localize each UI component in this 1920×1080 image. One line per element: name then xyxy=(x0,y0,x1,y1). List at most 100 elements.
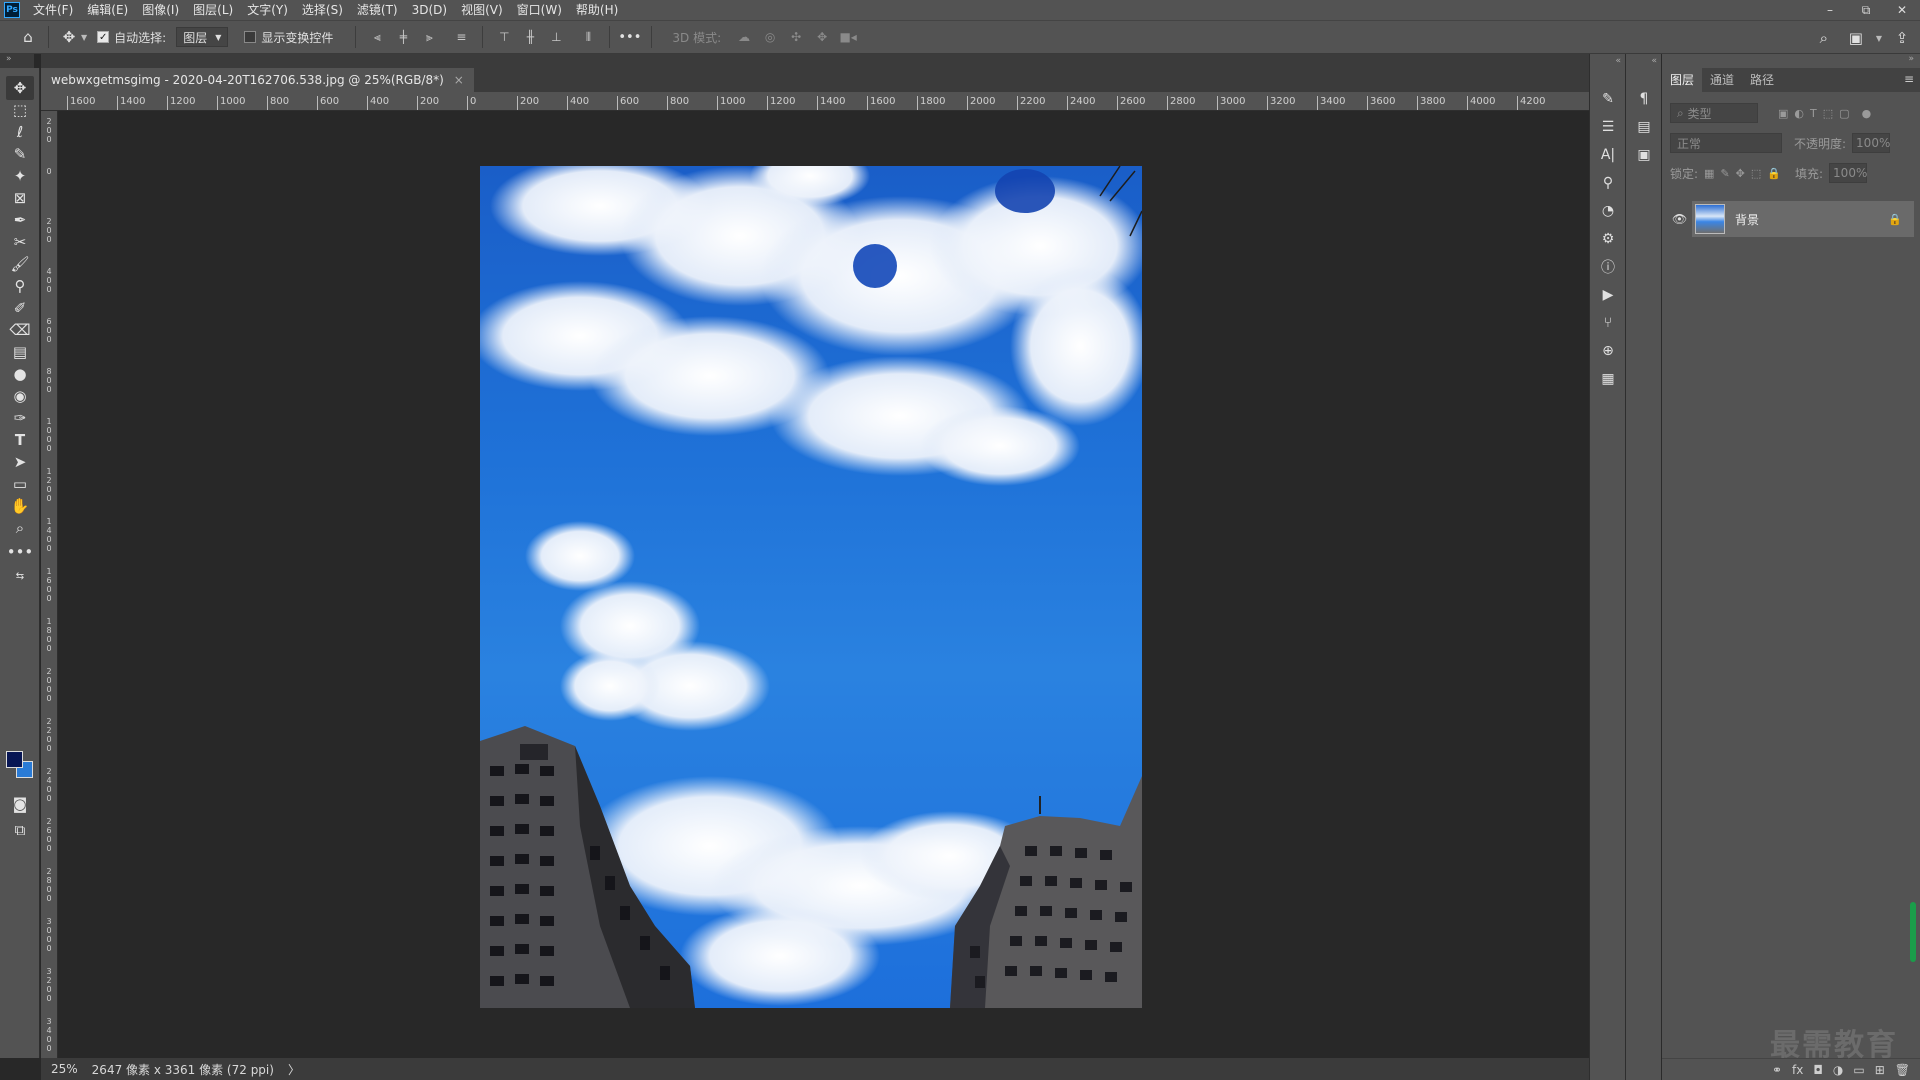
lock-artboard-icon[interactable]: ⬚ xyxy=(1751,167,1761,180)
toolbar-collapse-icon[interactable]: » xyxy=(0,54,34,68)
new-layer-icon[interactable]: ⊞ xyxy=(1875,1063,1885,1077)
auto-select-checkbox[interactable]: ✓ xyxy=(97,31,110,43)
layer-effects-icon[interactable]: fx xyxy=(1792,1063,1803,1077)
distribute-icon[interactable]: ≡ xyxy=(450,26,472,48)
filter-pixel-icon[interactable]: ▣ xyxy=(1778,107,1788,120)
menu-edit[interactable]: 编辑(E) xyxy=(80,0,135,20)
canvas-area[interactable] xyxy=(58,111,1589,1058)
blend-mode-dropdown[interactable]: 正常 xyxy=(1670,133,1782,153)
search-icon[interactable]: ⌕ xyxy=(1812,26,1836,50)
brush-tool-icon[interactable]: 🖌 xyxy=(6,252,34,276)
move-tool-icon[interactable]: ✥ xyxy=(6,76,34,100)
minimize-button[interactable]: – xyxy=(1812,0,1848,20)
hand-tool-icon[interactable]: ✋ xyxy=(6,494,34,518)
align-left-icon[interactable]: ⫷ xyxy=(366,26,388,48)
rectangle-tool-icon[interactable]: ▭ xyxy=(6,472,34,496)
menu-3d[interactable]: 3D(D) xyxy=(405,0,454,20)
actions-play-icon[interactable]: ▶ xyxy=(1597,284,1619,306)
filter-smart-object-icon[interactable]: ▢ xyxy=(1839,107,1849,120)
lock-image-icon[interactable]: ✎ xyxy=(1720,167,1729,180)
sky-photo[interactable] xyxy=(480,166,1142,1008)
quick-select-tool-icon[interactable]: ✎ xyxy=(6,142,34,166)
blur-tool-icon[interactable]: ● xyxy=(6,362,34,386)
menu-type[interactable]: 文字(Y) xyxy=(240,0,295,20)
color-swatches[interactable] xyxy=(6,751,36,781)
opacity-input[interactable]: 100% xyxy=(1852,133,1890,153)
path-select-tool-icon[interactable]: ➤ xyxy=(6,450,34,474)
collapse-icon[interactable]: « xyxy=(1615,56,1621,66)
filter-toggle-icon[interactable]: ● xyxy=(1862,107,1872,120)
adjustments-icon[interactable]: ☰ xyxy=(1597,116,1619,138)
more-options-button[interactable]: ••• xyxy=(618,30,641,45)
chevron-down-icon[interactable]: ▼ xyxy=(1876,26,1882,50)
glyphs-icon[interactable]: ⚙ xyxy=(1597,228,1619,250)
panel-scrollbar[interactable] xyxy=(1910,902,1916,962)
link-layers-icon[interactable]: ⚭ xyxy=(1772,1063,1782,1077)
menu-view[interactable]: 视图(V) xyxy=(454,0,510,20)
align-bottom-icon[interactable]: ⊥ xyxy=(545,26,567,48)
share-icon[interactable]: ⇪ xyxy=(1890,26,1914,50)
eraser-tool-icon[interactable]: ⌫ xyxy=(6,318,34,342)
filter-type-icon[interactable]: T xyxy=(1810,107,1817,120)
menu-file[interactable]: 文件(F) xyxy=(26,0,80,20)
screen-mode-icon[interactable]: ⧉ xyxy=(6,818,34,842)
home-icon[interactable]: ⌂ xyxy=(16,25,40,49)
tab-channels[interactable]: 通道 xyxy=(1702,68,1742,92)
3d-pan-icon[interactable]: ✣ xyxy=(785,26,807,48)
gradient-tool-icon[interactable]: ▤ xyxy=(6,340,34,364)
move-tool-preset-icon[interactable]: ✥ xyxy=(57,25,81,49)
align-middle-v-icon[interactable]: ╫ xyxy=(519,26,541,48)
zoom-level[interactable]: 25% xyxy=(51,1062,78,1076)
menu-layer[interactable]: 图层(L) xyxy=(186,0,240,20)
magic-wand-tool-icon[interactable]: ✦ xyxy=(6,164,34,188)
align-center-h-icon[interactable]: ╪ xyxy=(392,26,414,48)
lock-all-icon[interactable]: 🔒 xyxy=(1767,167,1781,180)
status-menu-arrow-icon[interactable]: 〉 xyxy=(288,1061,300,1078)
layer-row-background[interactable]: 背景 🔒 xyxy=(1692,201,1914,237)
filter-shape-icon[interactable]: ⬚ xyxy=(1823,107,1833,120)
layer-lock-icon[interactable]: 🔒 xyxy=(1888,213,1902,226)
document-tab[interactable]: webwxgetmsgimg - 2020-04-20T162706.538.j… xyxy=(41,68,474,92)
3d-roll-icon[interactable]: ◎ xyxy=(759,26,781,48)
fill-input[interactable]: 100% xyxy=(1829,163,1867,183)
add-mask-icon[interactable]: ◘ xyxy=(1813,1063,1823,1077)
styles-icon[interactable]: ⊕ xyxy=(1597,340,1619,362)
distribute-v-icon[interactable]: ⦀ xyxy=(577,26,599,48)
eyedropper-tool-icon[interactable]: ✒ xyxy=(6,208,34,232)
workspace-icon[interactable]: ▣ xyxy=(1844,26,1868,50)
frame-tool-icon[interactable]: ⊠ xyxy=(6,186,34,210)
zoom-tool-icon[interactable]: ⌕ xyxy=(6,516,34,540)
close-tab-icon[interactable]: × xyxy=(454,68,464,92)
info-icon[interactable]: ⓘ xyxy=(1597,256,1619,278)
3d-orbit-icon[interactable]: ☁ xyxy=(733,26,755,48)
table-icon[interactable]: ▦ xyxy=(1597,368,1619,390)
panel-collapse-icon[interactable]: » xyxy=(1662,54,1920,68)
pen-tool-icon[interactable]: ✑ xyxy=(6,406,34,430)
swap-colors-icon[interactable]: ⇆ xyxy=(6,564,34,588)
lasso-tool-icon[interactable]: ℓ xyxy=(6,120,34,144)
menu-window[interactable]: 窗口(W) xyxy=(510,0,569,20)
dodge-tool-icon[interactable]: ◉ xyxy=(6,384,34,408)
crop-tool-icon[interactable]: ✂ xyxy=(6,230,34,254)
quick-mask-icon[interactable]: ◙ xyxy=(6,792,34,816)
filter-adjustment-icon[interactable]: ◐ xyxy=(1794,107,1804,120)
menu-image[interactable]: 图像(I) xyxy=(135,0,186,20)
lock-transparent-icon[interactable]: ▦ xyxy=(1704,167,1714,180)
layer-visibility-eye-icon[interactable]: 👁 xyxy=(1672,212,1687,226)
menu-filter[interactable]: 滤镜(T) xyxy=(350,0,405,20)
properties-icon[interactable]: ▤ xyxy=(1633,116,1655,138)
show-transform-checkbox[interactable] xyxy=(244,31,257,43)
marquee-tool-icon[interactable]: ⬚ xyxy=(6,98,34,122)
brush-settings-icon[interactable]: ✎ xyxy=(1597,88,1619,110)
layer-filter-dropdown[interactable]: ⌕ 类型 xyxy=(1670,103,1758,123)
3d-slide-icon[interactable]: ✥ xyxy=(811,26,833,48)
history-brush-icon[interactable]: ✐ xyxy=(6,296,34,320)
more-tools-icon[interactable]: ••• xyxy=(6,540,34,564)
paths-icon[interactable]: ⑂ xyxy=(1597,312,1619,334)
panel-menu-icon[interactable]: ≡ xyxy=(1904,72,1914,86)
delete-layer-icon[interactable]: 🗑 xyxy=(1895,1063,1910,1077)
menu-select[interactable]: 选择(S) xyxy=(295,0,350,20)
align-right-icon[interactable]: ⫸ xyxy=(418,26,440,48)
tab-layers[interactable]: 图层 xyxy=(1662,68,1703,92)
paragraph-icon[interactable]: ¶ xyxy=(1633,88,1655,110)
